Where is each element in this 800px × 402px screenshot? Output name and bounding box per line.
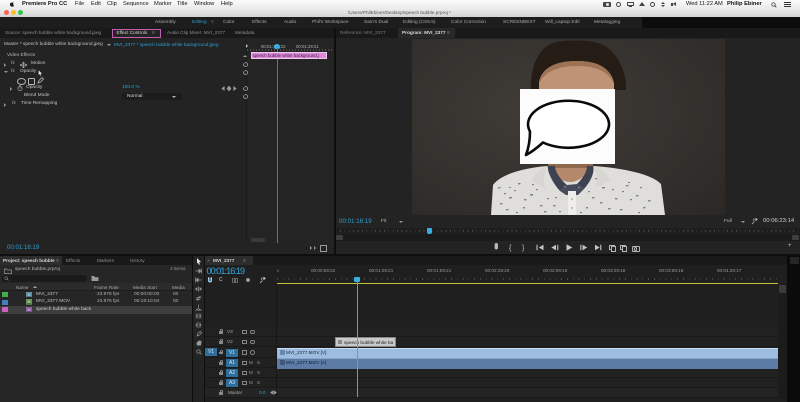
svg-text:{: { [509, 245, 512, 252]
svg-text:}: } [522, 245, 525, 252]
